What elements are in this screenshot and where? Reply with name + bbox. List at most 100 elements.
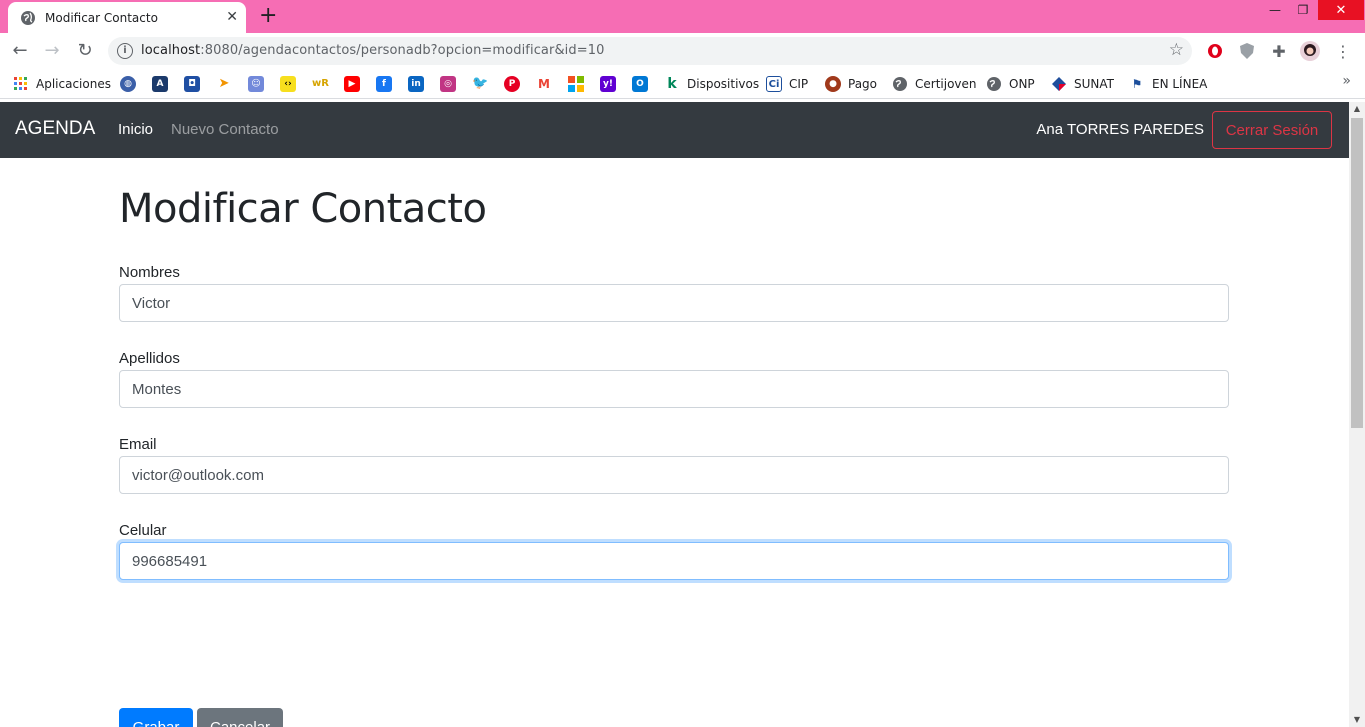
field-email: Email bbox=[119, 436, 1229, 494]
page-title: Modificar Contacto bbox=[119, 186, 487, 232]
celular-input[interactable] bbox=[119, 542, 1229, 580]
bookmark-pinterest[interactable]: P bbox=[504, 75, 520, 93]
youtube-icon: ▶ bbox=[344, 76, 360, 92]
bookmark-aplicaciones[interactable]: Aplicaciones bbox=[13, 75, 111, 93]
bookmark-label: ONP bbox=[1009, 77, 1035, 91]
bookmark-label: Pago bbox=[848, 77, 878, 91]
bookmark-code[interactable]: ‹› bbox=[280, 75, 296, 93]
page-scrollbar[interactable]: ▲ ▼ bbox=[1349, 102, 1365, 727]
field-celular: Celular bbox=[119, 522, 1229, 580]
bookmark-facebook[interactable]: f bbox=[376, 75, 392, 93]
discord-icon: ☺ bbox=[248, 76, 264, 92]
pago-icon: ● bbox=[825, 76, 841, 92]
field-nombres: Nombres bbox=[119, 264, 1229, 322]
bookmark-en-linea[interactable]: ⚑ EN LÍNEA bbox=[1129, 75, 1207, 93]
web-icon: ◍ bbox=[120, 76, 136, 92]
new-tab-button[interactable]: + bbox=[259, 4, 277, 28]
shield-extension-icon[interactable] bbox=[1237, 41, 1257, 61]
bookmark-globe[interactable]: ◍ bbox=[120, 75, 136, 93]
bookmark-cip[interactable]: Ci CIP bbox=[766, 75, 808, 93]
bookmark-label: EN LÍNEA bbox=[1152, 77, 1208, 91]
microsoft-icon bbox=[568, 76, 584, 92]
page-viewport: AGENDA Inicio Nuevo Contacto Ana TORRES … bbox=[0, 102, 1349, 727]
address-bar-row: ← → ↻ i localhost:8080/agendacontactos/p… bbox=[0, 33, 1365, 69]
bookmark-wr[interactable]: wR bbox=[312, 75, 329, 93]
omnibox[interactable]: i localhost:8080/agendacontactos/persona… bbox=[108, 37, 1192, 65]
instagram-icon: ◎ bbox=[440, 76, 456, 92]
bookmark-yahoo[interactable]: y! bbox=[600, 75, 616, 93]
wordreference-icon: wR bbox=[312, 76, 329, 92]
pinterest-icon: P bbox=[504, 76, 520, 92]
square-logo-icon: ◘ bbox=[184, 76, 200, 92]
tab-title: Modificar Contacto bbox=[45, 10, 158, 25]
bookmark-linkedin[interactable]: in bbox=[408, 75, 424, 93]
save-button[interactable]: Grabar bbox=[119, 708, 193, 727]
k-icon: k bbox=[664, 76, 680, 92]
nav-link-nuevo-contacto[interactable]: Nuevo Contacto bbox=[171, 121, 279, 138]
code-icon: ‹› bbox=[280, 76, 296, 92]
bookmark-discord[interactable]: ☺ bbox=[248, 75, 264, 93]
navbar-brand[interactable]: AGENDA bbox=[15, 118, 95, 140]
info-icon[interactable]: i bbox=[117, 43, 133, 59]
a-logo-icon: A bbox=[152, 76, 168, 92]
bookmark-play[interactable]: ➤ bbox=[216, 75, 232, 93]
bookmark-label: Aplicaciones bbox=[36, 77, 111, 91]
bookmark-onp[interactable]: ONP bbox=[986, 75, 1035, 93]
restore-button[interactable]: ❐ bbox=[1288, 0, 1318, 20]
scrollbar-thumb[interactable] bbox=[1351, 118, 1363, 428]
bookmark-pago[interactable]: ● Pago bbox=[825, 75, 877, 93]
browser-tab-strip: Modificar Contacto ✕ + — ❐ ✕ bbox=[0, 0, 1365, 33]
bookmark-label: SUNAT bbox=[1074, 77, 1114, 91]
play-logo-icon: ➤ bbox=[216, 76, 232, 92]
linkedin-icon: in bbox=[408, 76, 424, 92]
en-linea-icon: ⚑ bbox=[1129, 76, 1145, 92]
facebook-icon: f bbox=[376, 76, 392, 92]
close-window-button[interactable]: ✕ bbox=[1318, 0, 1364, 20]
scroll-down-arrow-icon[interactable]: ▼ bbox=[1349, 713, 1365, 727]
more-bookmarks-icon[interactable]: » bbox=[1342, 73, 1351, 89]
bookmark-star-icon[interactable]: ☆ bbox=[1169, 40, 1184, 60]
logout-button[interactable]: Cerrar Sesión bbox=[1212, 111, 1332, 149]
bookmark-instagram[interactable]: ◎ bbox=[440, 75, 456, 93]
bookmark-outlook[interactable]: O bbox=[632, 75, 648, 93]
nav-link-inicio[interactable]: Inicio bbox=[118, 121, 153, 138]
bookmarks-bar: Aplicaciones ◍ A ◘ ➤ ☺ ‹› wR ▶ f in ◎ 🐦 … bbox=[0, 69, 1365, 99]
bookmark-dispositivos[interactable]: k Dispositivos bbox=[664, 75, 759, 93]
browser-tab[interactable]: Modificar Contacto ✕ bbox=[8, 2, 246, 33]
globe-icon bbox=[893, 77, 907, 91]
bookmark-a[interactable]: A bbox=[152, 75, 168, 93]
url-text[interactable]: localhost:8080/agendacontactos/personadb… bbox=[141, 43, 604, 58]
bookmark-sunat[interactable]: SUNAT bbox=[1051, 75, 1114, 93]
field-apellidos: Apellidos bbox=[119, 350, 1229, 408]
bookmark-label: Certijoven bbox=[915, 77, 977, 91]
user-name: Ana TORRES PAREDES bbox=[1036, 121, 1204, 138]
bookmark-label: Dispositivos bbox=[687, 77, 760, 91]
bookmark-square[interactable]: ◘ bbox=[184, 75, 200, 93]
apps-grid-icon bbox=[14, 77, 27, 90]
forward-button[interactable]: → bbox=[42, 41, 62, 61]
close-tab-icon[interactable]: ✕ bbox=[226, 9, 238, 25]
browser-menu-icon[interactable]: ⋮ bbox=[1333, 41, 1353, 61]
back-button[interactable]: ← bbox=[10, 41, 30, 61]
nombres-input[interactable] bbox=[119, 284, 1229, 322]
bookmark-twitter[interactable]: 🐦 bbox=[472, 75, 488, 93]
scroll-up-arrow-icon[interactable]: ▲ bbox=[1349, 102, 1365, 116]
yahoo-icon: y! bbox=[600, 76, 616, 92]
bookmark-label: CIP bbox=[789, 77, 809, 91]
gmail-icon: M bbox=[536, 76, 552, 92]
bookmark-youtube[interactable]: ▶ bbox=[344, 75, 360, 93]
outlook-icon: O bbox=[632, 76, 648, 92]
navbar: AGENDA Inicio Nuevo Contacto Ana TORRES … bbox=[0, 102, 1349, 158]
bookmark-gmail[interactable]: M bbox=[536, 75, 552, 93]
cancel-button[interactable]: Cancelar bbox=[197, 708, 283, 727]
apellidos-input[interactable] bbox=[119, 370, 1229, 408]
opera-extension-icon[interactable] bbox=[1205, 41, 1225, 61]
minimize-button[interactable]: — bbox=[1260, 0, 1290, 20]
reload-button[interactable]: ↻ bbox=[75, 41, 95, 61]
bookmark-microsoft[interactable] bbox=[568, 75, 584, 93]
profile-avatar[interactable] bbox=[1300, 41, 1320, 61]
extensions-puzzle-icon[interactable]: ✚ bbox=[1269, 41, 1289, 61]
email-input[interactable] bbox=[119, 456, 1229, 494]
bookmark-certijoven[interactable]: Certijoven bbox=[892, 75, 977, 93]
globe-icon bbox=[987, 77, 1001, 91]
